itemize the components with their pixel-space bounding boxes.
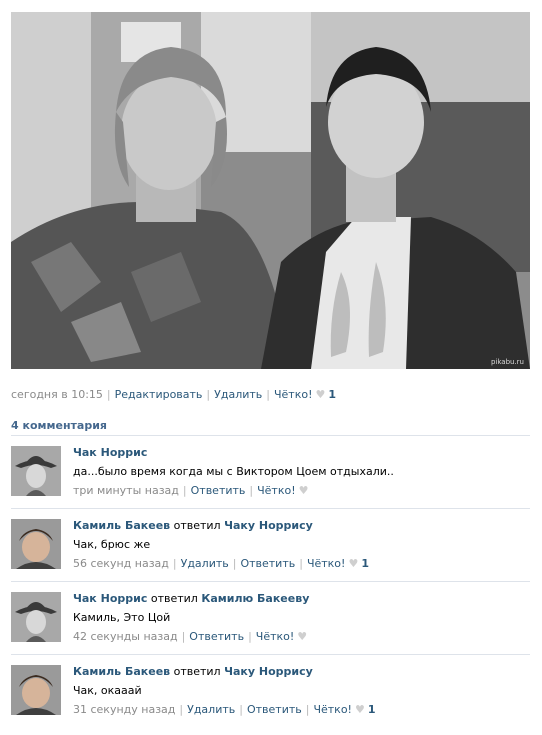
comment-author[interactable]: Чак Норрис xyxy=(73,592,147,605)
comment-time[interactable]: три минуты назад xyxy=(73,484,179,497)
comment-author[interactable]: Чак Норрис xyxy=(73,446,147,459)
comment-author[interactable]: Камиль Бакеев xyxy=(73,519,170,532)
edit-post-link[interactable]: Редактировать xyxy=(115,388,203,401)
comments-title: 4 комментария xyxy=(11,419,107,432)
like-link[interactable]: Чётко! xyxy=(307,557,346,570)
reply-word: ответил xyxy=(150,592,198,605)
reply-link[interactable]: Ответить xyxy=(191,484,246,497)
reply-link[interactable]: Ответить xyxy=(240,557,295,570)
comment-meta: 31 секунду назад | Удалить | Ответить | Чётко!… xyxy=(73,703,376,716)
likes-count[interactable]: 1 xyxy=(368,703,376,716)
avatar[interactable] xyxy=(11,446,61,496)
comment-text: Камиль, Это Цой xyxy=(73,611,171,624)
comment-text: да...было время когда мы с Виктором Цоем… xyxy=(73,465,394,478)
comment-item: Камиль Бакеев ответил Чаку Норрису Чак, … xyxy=(11,665,530,735)
avatar[interactable] xyxy=(11,592,61,642)
like-post-link[interactable]: Чётко! xyxy=(274,388,313,401)
comment-author[interactable]: Камиль Бакеев xyxy=(73,665,170,678)
like-link[interactable]: Чётко! xyxy=(256,630,295,643)
avatar[interactable] xyxy=(11,665,61,715)
reply-word: ответил xyxy=(173,519,221,532)
avatar[interactable] xyxy=(11,519,61,569)
heart-icon[interactable]: ♥ xyxy=(348,557,358,570)
reply-to[interactable]: Чаку Норрису xyxy=(224,519,313,532)
comment-text: Чак, окааай xyxy=(73,684,142,697)
photo-credit: pikabu.ru xyxy=(490,358,524,366)
post-time[interactable]: сегодня в 10:15 xyxy=(11,388,103,401)
heart-icon[interactable]: ♥ xyxy=(315,388,325,401)
comment-item: Чак Норрис ответил Камилю Бакееву Камиль… xyxy=(11,592,530,662)
comment-author-line: Чак Норрис xyxy=(73,446,147,459)
reply-link[interactable]: Ответить xyxy=(189,630,244,643)
comment-item: Камиль Бакеев ответил Чаку Норрису Чак, … xyxy=(11,519,530,589)
post-likes-count[interactable]: 1 xyxy=(328,388,336,401)
comment-meta: 42 секунды назад | Ответить | Чётко! ♥ xyxy=(73,630,308,643)
delete-post-link[interactable]: Удалить xyxy=(214,388,262,401)
heart-icon[interactable]: ♥ xyxy=(299,484,309,497)
reply-word: ответил xyxy=(173,665,221,678)
divider xyxy=(11,581,530,582)
comment-time[interactable]: 42 секунды назад xyxy=(73,630,178,643)
like-link[interactable]: Чётко! xyxy=(313,703,352,716)
reply-to[interactable]: Камилю Бакееву xyxy=(201,592,309,605)
heart-icon[interactable]: ♥ xyxy=(297,630,307,643)
comment-time[interactable]: 31 секунду назад xyxy=(73,703,175,716)
reply-to[interactable]: Чаку Норрису xyxy=(224,665,313,678)
comment-author-line: Камиль Бакеев ответил Чаку Норрису xyxy=(73,519,313,532)
delete-link[interactable]: Удалить xyxy=(181,557,229,570)
heart-icon[interactable]: ♥ xyxy=(355,703,365,716)
divider xyxy=(11,435,530,436)
divider xyxy=(11,654,530,655)
comment-author-line: Чак Норрис ответил Камилю Бакееву xyxy=(73,592,309,605)
comment-text: Чак, брюс же xyxy=(73,538,151,551)
comment-meta: 56 секунд назад | Удалить | Ответить | Чётко! ♥… xyxy=(73,557,369,570)
post-meta: сегодня в 10:15 | Редактировать | Удалить | Чё… xyxy=(11,388,337,401)
divider xyxy=(11,508,530,509)
comment-time[interactable]: 56 секунд назад xyxy=(73,557,169,570)
likes-count[interactable]: 1 xyxy=(361,557,369,570)
post-photo[interactable]: pikabu.ru xyxy=(11,12,530,369)
comment-author-line: Камиль Бакеев ответил Чаку Норрису xyxy=(73,665,313,678)
delete-link[interactable]: Удалить xyxy=(187,703,235,716)
comment-meta: три минуты назад | Ответить | Чётко! ♥ xyxy=(73,484,309,497)
like-link[interactable]: Чётко! xyxy=(257,484,296,497)
comment-item: Чак Норрис да...было время когда мы с Ви… xyxy=(11,446,530,516)
reply-link[interactable]: Ответить xyxy=(247,703,302,716)
